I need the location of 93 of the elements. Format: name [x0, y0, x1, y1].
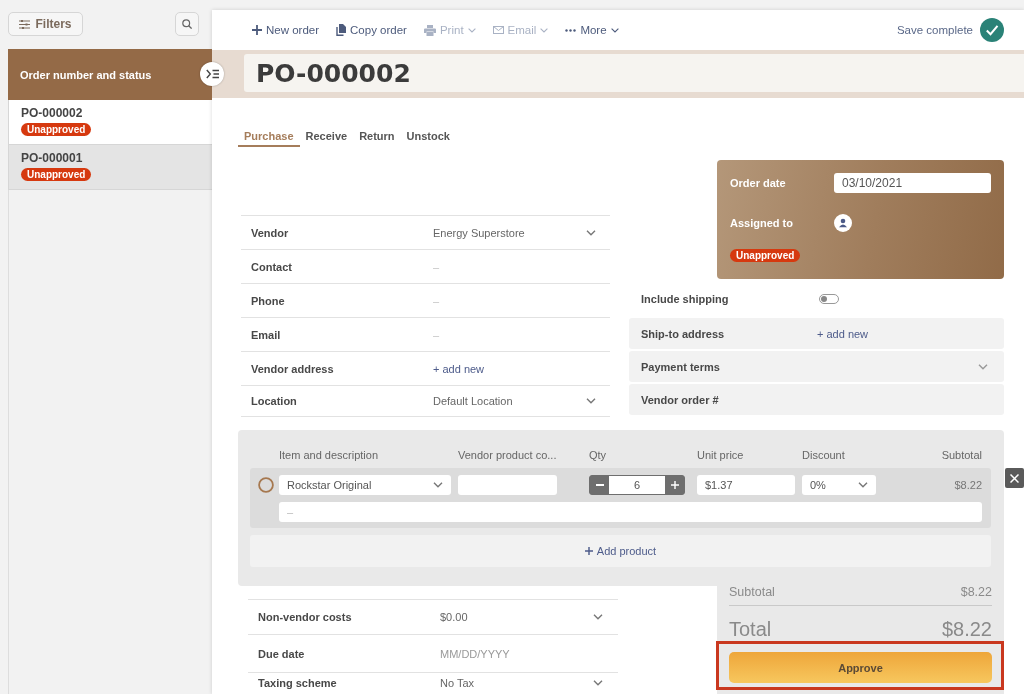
- field-label: Due date: [257, 647, 306, 660]
- chevron-down-icon: [858, 482, 868, 488]
- column-header: Subtotal: [941, 449, 982, 461]
- plus-icon: [584, 547, 593, 555]
- dropdown[interactable]: Energy Superstore: [433, 226, 610, 239]
- plus-icon: [252, 25, 262, 35]
- filters-button[interactable]: Filters: [8, 12, 83, 36]
- date-input[interactable]: 03/10/2021: [834, 173, 991, 193]
- order-title: PO-000002: [244, 54, 1024, 92]
- field-label: Taxing scheme: [257, 676, 338, 689]
- chevron-down-icon: [586, 398, 596, 404]
- order-list-item[interactable]: PO-000002 Unapproved: [8, 100, 212, 145]
- field-label: Payment terms: [640, 360, 721, 373]
- field-label: Order date: [730, 177, 787, 189]
- close-icon: [1010, 473, 1019, 483]
- ring-icon: [258, 477, 274, 493]
- column-header: Vendor product co...: [458, 449, 558, 461]
- filter-icon: [19, 19, 31, 29]
- field-label: Include shipping: [640, 293, 730, 305]
- chevron-down-icon: [593, 679, 603, 686]
- caret-icon: [540, 27, 549, 33]
- field-label: Non-vendor costs: [257, 611, 353, 623]
- tab[interactable]: Receive: [299, 126, 354, 147]
- save-status: Save complete: [896, 24, 973, 36]
- toolbar-button[interactable]: Copy order: [336, 24, 407, 36]
- field-label: Email: [250, 328, 282, 341]
- discount-select[interactable]: 0%: [802, 475, 876, 495]
- chevron-down-icon: [586, 229, 596, 236]
- dropdown[interactable]: $0.00: [440, 611, 618, 623]
- tab[interactable]: Purchase: [238, 126, 300, 147]
- subtotal-label: Subtotal: [729, 586, 775, 599]
- printer-icon: [423, 24, 436, 36]
- plus-icon: [670, 481, 679, 489]
- field-label: Vendor address: [250, 362, 335, 375]
- product-select[interactable]: Rockstar Original: [279, 475, 451, 495]
- envelope-icon: [492, 26, 504, 34]
- add-new-link[interactable]: + add new: [817, 327, 869, 340]
- add-new-link[interactable]: + add new: [433, 362, 485, 375]
- field-label: Vendor: [250, 226, 290, 239]
- dropdown[interactable]: Default Location: [433, 395, 610, 407]
- field-label: Ship-to address: [640, 327, 726, 340]
- check-circle-icon: [980, 18, 1004, 42]
- field-label: Contact: [250, 260, 293, 273]
- quantity-stepper[interactable]: 6: [589, 475, 685, 495]
- toolbar-button[interactable]: New order: [252, 24, 320, 36]
- status-badge: Unapproved: [21, 123, 92, 136]
- vendor-code-input[interactable]: [458, 475, 557, 495]
- search-icon: [182, 19, 192, 29]
- column-header: Item and description: [279, 449, 380, 461]
- text-input[interactable]: –: [433, 260, 553, 273]
- field-label: Vendor order #: [640, 393, 720, 406]
- chevron-lines-icon: [205, 69, 219, 79]
- caret-icon: [467, 27, 476, 33]
- status-badge: Unapproved: [730, 249, 801, 262]
- toolbar-button[interactable]: More: [565, 24, 619, 36]
- chevron-down-icon[interactable]: [978, 363, 988, 370]
- line-subtotal: $8.22: [954, 479, 982, 491]
- minus-icon: [595, 484, 604, 486]
- column-header: Unit price: [697, 449, 745, 461]
- status-badge: Unapproved: [21, 168, 92, 181]
- date-input[interactable]: MM/DD/YYYY: [440, 647, 560, 660]
- description-input[interactable]: –: [279, 502, 982, 522]
- dropdown[interactable]: No Tax: [440, 676, 618, 689]
- documents-icon: [336, 24, 347, 36]
- order-number: PO-000001: [21, 151, 83, 165]
- caret-icon: [610, 27, 619, 33]
- list-title: Order number and status: [20, 68, 152, 81]
- text-input[interactable]: –: [433, 328, 553, 341]
- field-label: Phone: [250, 294, 286, 307]
- add-product-button[interactable]: Add product: [250, 535, 991, 567]
- order-number: PO-000002: [21, 106, 83, 120]
- total-label: Total: [729, 617, 772, 641]
- remove-button[interactable]: [1005, 468, 1024, 488]
- dots-icon: [565, 28, 577, 32]
- field-label: Assigned to: [730, 217, 794, 229]
- tab[interactable]: Unstock: [400, 126, 456, 147]
- text-input[interactable]: –: [433, 294, 553, 307]
- tab[interactable]: Return: [353, 126, 401, 147]
- total-value: $8.22: [941, 617, 992, 641]
- chevron-down-icon: [593, 614, 603, 620]
- chevron-down-icon: [433, 482, 443, 488]
- unit-price-input[interactable]: $1.37: [697, 475, 795, 495]
- collapse-button[interactable]: [200, 62, 224, 86]
- quantity-input[interactable]: 6: [609, 476, 665, 494]
- toggle-switch[interactable]: [819, 294, 839, 304]
- field-label: Location: [250, 395, 298, 407]
- subtotal-value: $8.22: [960, 586, 992, 599]
- avatar-icon[interactable]: [834, 214, 852, 232]
- order-list-item[interactable]: PO-000001 Unapproved: [8, 145, 212, 190]
- approve-button[interactable]: Approve: [729, 652, 992, 683]
- column-header: Discount: [802, 449, 846, 461]
- column-header: Qty: [589, 449, 608, 461]
- search-button[interactable]: [175, 12, 199, 36]
